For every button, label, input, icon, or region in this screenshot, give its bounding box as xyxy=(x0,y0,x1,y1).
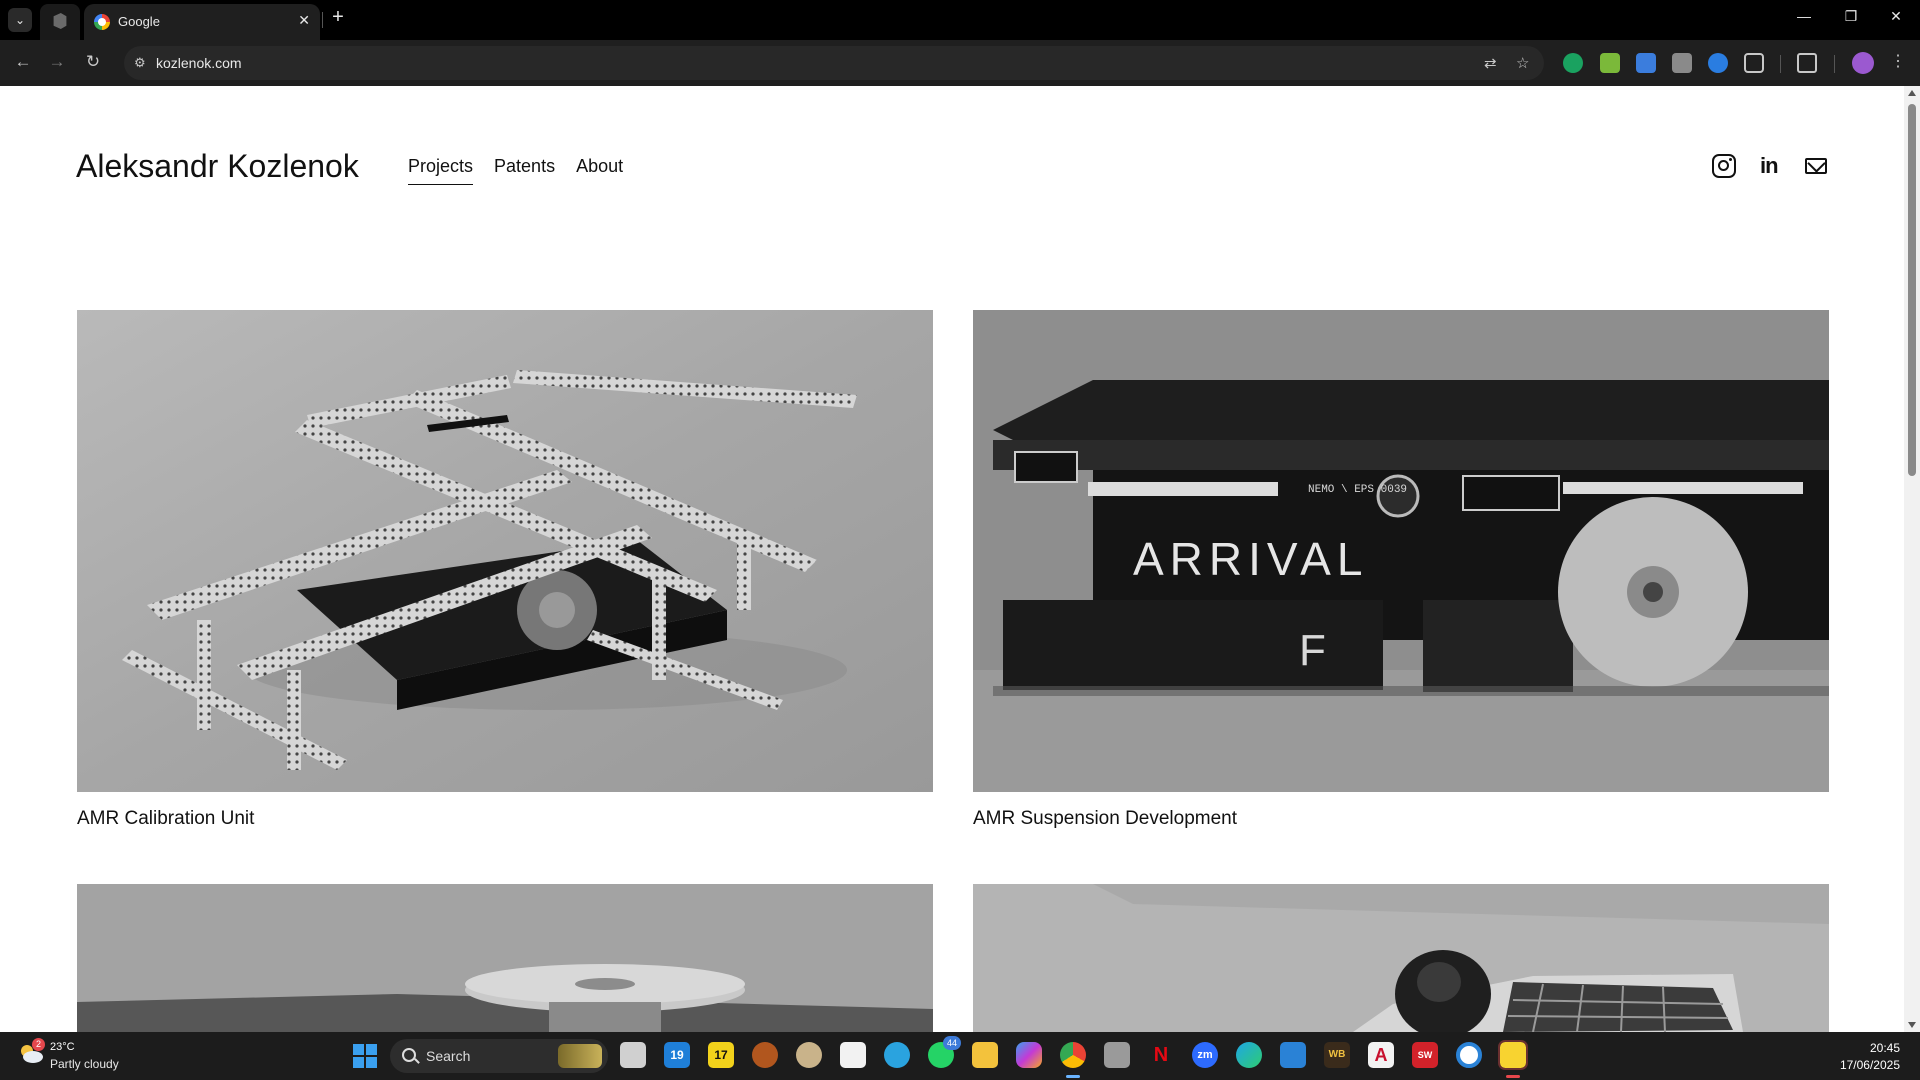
whatsapp-unread-badge: 44 xyxy=(943,1036,961,1050)
scroll-down-arrow-icon[interactable] xyxy=(1908,1022,1916,1028)
project-image-4[interactable] xyxy=(973,884,1829,1032)
scroll-up-arrow-icon[interactable] xyxy=(1908,90,1916,96)
site-nav: Projects Patents About xyxy=(408,156,623,185)
arrival-logo: ARRIVAL xyxy=(1133,533,1368,585)
download-extension-icon[interactable] xyxy=(1600,53,1620,73)
pinned-tab[interactable] xyxy=(40,4,80,40)
url-text[interactable]: kozlenok.com xyxy=(156,55,242,71)
edge-icon[interactable] xyxy=(1236,1042,1262,1068)
tab-title: Google xyxy=(118,14,160,29)
horse-app-icon[interactable] xyxy=(796,1042,822,1068)
chrome-active-indicator xyxy=(1066,1075,1080,1078)
tab-search-button[interactable]: ⌄ xyxy=(8,8,32,32)
page-scrollbar[interactable] xyxy=(1904,86,1920,1032)
site-info-icon[interactable]: ⚙ xyxy=(134,55,146,71)
taskbar-search-box[interactable]: Search xyxy=(390,1039,608,1073)
tab-strip: ⌄ Google ✕ + — ❐ ✕ xyxy=(0,0,1920,40)
address-bar[interactable]: ⚙ kozlenok.com ⇄ ☆ xyxy=(124,46,1544,80)
taskbar-search-label: Search xyxy=(426,1048,471,1064)
game-crest-icon[interactable] xyxy=(752,1042,778,1068)
back-icon[interactable]: ← xyxy=(12,52,34,72)
browser-menu-icon[interactable]: ⋮ xyxy=(1890,51,1906,71)
scrollbar-thumb[interactable] xyxy=(1908,104,1916,476)
browser-toolbar: ← → ↻ ⚙ kozlenok.com ⇄ ☆ ⋮ xyxy=(0,40,1920,86)
app-17-icon[interactable]: 17 xyxy=(708,1042,734,1068)
chrome-icon[interactable] xyxy=(1060,1042,1086,1068)
tab-separator xyxy=(322,12,323,28)
mail-icon[interactable] xyxy=(1805,158,1827,174)
nav-projects[interactable]: Projects xyxy=(408,156,474,185)
reload-icon[interactable]: ↻ xyxy=(82,52,104,72)
project-image-3[interactable] xyxy=(77,884,933,1032)
vscode-icon[interactable] xyxy=(1280,1042,1306,1068)
search-highlight-art xyxy=(558,1044,602,1068)
side-panel-icon[interactable] xyxy=(1797,53,1817,73)
copilot-icon[interactable] xyxy=(1016,1042,1042,1068)
nav-patents[interactable]: Patents xyxy=(494,156,555,185)
black-app-icon[interactable] xyxy=(840,1042,866,1068)
translate-icon[interactable]: ⇄ xyxy=(1484,54,1497,72)
forward-icon[interactable]: → xyxy=(46,52,68,72)
weather-temperature[interactable]: 23°C xyxy=(50,1041,75,1053)
toolbar-separator xyxy=(1780,55,1781,73)
circle-app-icon[interactable] xyxy=(1456,1042,1482,1068)
task-view-icon[interactable] xyxy=(620,1042,646,1068)
weather-description[interactable]: Partly cloudy xyxy=(50,1057,119,1071)
tab-active[interactable]: Google ✕ xyxy=(84,4,320,40)
google-translate-extension-icon[interactable] xyxy=(1636,53,1656,73)
telegram-icon[interactable] xyxy=(884,1042,910,1068)
nav-about[interactable]: About xyxy=(576,156,623,185)
extensions-puzzle-icon[interactable] xyxy=(1744,53,1764,73)
blue-extension-icon[interactable] xyxy=(1708,53,1728,73)
toolbar-separator xyxy=(1834,55,1835,73)
linkedin-icon[interactable]: in xyxy=(1760,154,1784,178)
autocad-icon[interactable]: A xyxy=(1368,1042,1394,1068)
vehicle-mark: F xyxy=(1299,626,1326,675)
sticky-notes-active-indicator xyxy=(1506,1075,1520,1078)
zoom-icon[interactable]: zm xyxy=(1192,1042,1218,1068)
new-tab-button[interactable]: + xyxy=(328,6,348,29)
project-title[interactable]: AMR Calibration Unit xyxy=(77,808,254,830)
taskbar: 2 23°C Partly cloudy Search 19 17 44 N z… xyxy=(0,1032,1920,1080)
pinned-tab-favicon-icon xyxy=(53,13,67,29)
grammarly-extension-icon[interactable] xyxy=(1563,53,1583,73)
vehicle-id: NEMO \ EPS 0039 xyxy=(1308,484,1407,496)
windows-start-icon[interactable] xyxy=(353,1044,377,1068)
clock-date[interactable]: 17/06/2025 xyxy=(1820,1058,1900,1072)
page-viewport: Aleksandr Kozlenok Projects Patents Abou… xyxy=(0,86,1904,1032)
tool-app-icon[interactable] xyxy=(1104,1042,1130,1068)
clock-time[interactable]: 20:45 xyxy=(1840,1041,1900,1055)
project-image-calibration-unit[interactable] xyxy=(77,310,933,792)
sticky-notes-icon[interactable] xyxy=(1498,1040,1528,1070)
solidworks-icon[interactable]: SW xyxy=(1412,1042,1438,1068)
weather-badge: 2 xyxy=(32,1038,45,1051)
tab-close-icon[interactable]: ✕ xyxy=(298,12,310,29)
profile-avatar[interactable] xyxy=(1852,52,1874,74)
wb-app-icon[interactable]: WB xyxy=(1324,1042,1350,1068)
netflix-icon[interactable]: N xyxy=(1148,1042,1174,1068)
site-title[interactable]: Aleksandr Kozlenok xyxy=(76,148,359,185)
project-image-suspension-development[interactable]: ARRIVAL NEMO \ EPS 0039 F xyxy=(973,310,1829,792)
google-favicon-icon xyxy=(94,14,110,30)
app-19-icon[interactable]: 19 xyxy=(664,1042,690,1068)
file-explorer-icon[interactable] xyxy=(972,1042,998,1068)
translator-extension-icon[interactable] xyxy=(1672,53,1692,73)
minimize-button[interactable]: — xyxy=(1794,8,1814,24)
search-icon xyxy=(402,1048,416,1062)
close-window-button[interactable]: ✕ xyxy=(1886,8,1906,25)
instagram-icon[interactable] xyxy=(1712,154,1736,178)
restore-button[interactable]: ❐ xyxy=(1841,8,1861,25)
project-title[interactable]: AMR Suspension Development xyxy=(973,808,1237,830)
bookmark-star-icon[interactable]: ☆ xyxy=(1516,54,1529,72)
